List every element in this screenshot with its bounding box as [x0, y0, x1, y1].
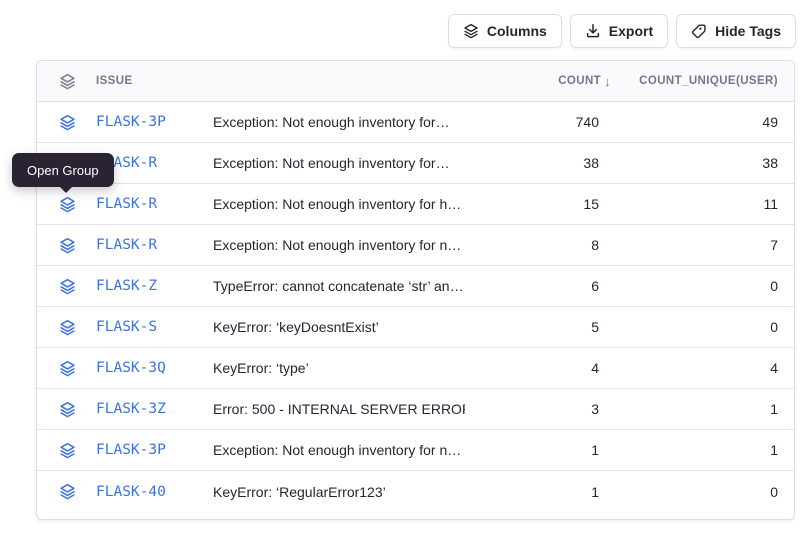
- open-group-icon[interactable]: [59, 114, 96, 131]
- issue-link[interactable]: FLASK-Z: [96, 278, 213, 294]
- export-button[interactable]: Export: [570, 14, 668, 48]
- count-unique-column-header[interactable]: COUNT_UNIQUE(USER): [615, 75, 794, 87]
- table-row: FLASK-S KeyError: ‘keyDoesntExist’ 5 0: [37, 307, 794, 348]
- download-icon: [585, 23, 601, 39]
- table-row: FLASK-3Z Error: 500 - INTERNAL SERVER ER…: [37, 389, 794, 430]
- count-value: 5: [465, 319, 615, 335]
- table-body: FLASK-3P Exception: Not enough inventory…: [37, 102, 794, 512]
- table-header: ISSUE COUNT ↓ COUNT_UNIQUE(USER): [37, 61, 794, 102]
- issues-stack-icon: [59, 73, 96, 90]
- count-unique-value: 49: [615, 114, 794, 130]
- open-group-icon[interactable]: [59, 237, 96, 254]
- issue-link[interactable]: FLASK-3Q: [96, 360, 213, 376]
- table-row: FLASK-3Q KeyError: ‘type’ 4 4: [37, 348, 794, 389]
- count-value: 3: [465, 401, 615, 417]
- sort-descending-icon: ↓: [604, 74, 611, 89]
- count-value: 8: [465, 237, 615, 253]
- count-value: 1: [465, 442, 615, 458]
- issue-description: Exception: Not enough inventory for…: [213, 155, 465, 171]
- layers-icon: [463, 23, 479, 39]
- table-row: FLASK-R Exception: Not enough inventory …: [37, 184, 794, 225]
- columns-button-label: Columns: [487, 23, 547, 39]
- toolbar: Columns Export Hide Tags: [448, 14, 796, 48]
- open-group-tooltip: Open Group: [12, 153, 114, 187]
- count-unique-value: 1: [615, 442, 794, 458]
- table-row: FLASK-3P Exception: Not enough inventory…: [37, 430, 794, 471]
- issues-table: ISSUE COUNT ↓ COUNT_UNIQUE(USER) FLASK-3…: [36, 60, 795, 520]
- hide-tags-button-label: Hide Tags: [715, 23, 781, 39]
- open-group-icon[interactable]: [59, 483, 96, 500]
- issue-link[interactable]: FLASK-R: [96, 155, 213, 171]
- issue-description: Exception: Not enough inventory for n…: [213, 237, 465, 253]
- issue-column-header[interactable]: ISSUE: [96, 75, 213, 87]
- open-group-icon[interactable]: [59, 401, 96, 418]
- issue-link[interactable]: FLASK-3Z: [96, 401, 213, 417]
- table-row: FLASK-R Exception: Not enough inventory …: [37, 143, 794, 184]
- tag-icon: [691, 23, 707, 39]
- count-unique-value: 4: [615, 360, 794, 376]
- issue-description: Error: 500 - INTERNAL SERVER ERROR: [213, 401, 465, 417]
- issue-link[interactable]: FLASK-3P: [96, 442, 213, 458]
- count-header-label: COUNT: [558, 75, 601, 87]
- table-row: FLASK-R Exception: Not enough inventory …: [37, 225, 794, 266]
- table-row: FLASK-40 KeyError: ‘RegularError123’ 1 0: [37, 471, 794, 512]
- hide-tags-button[interactable]: Hide Tags: [676, 14, 796, 48]
- count-value: 6: [465, 278, 615, 294]
- columns-button[interactable]: Columns: [448, 14, 562, 48]
- issue-description: KeyError: ‘type’: [213, 360, 465, 376]
- screen: Columns Export Hide Tags ISSUE COUNT ↓: [0, 0, 807, 538]
- issue-description: KeyError: ‘keyDoesntExist’: [213, 319, 465, 335]
- tooltip-label: Open Group: [27, 163, 99, 178]
- count-unique-value: 0: [615, 484, 794, 500]
- table-row: FLASK-Z TypeError: cannot concatenate ‘s…: [37, 266, 794, 307]
- count-unique-value: 11: [615, 196, 794, 212]
- issue-link[interactable]: FLASK-R: [96, 196, 213, 212]
- open-group-icon[interactable]: [59, 319, 96, 336]
- count-value: 15: [465, 196, 615, 212]
- issue-link[interactable]: FLASK-40: [96, 484, 213, 500]
- open-group-icon[interactable]: [59, 278, 96, 295]
- tooltip-arrow: [59, 186, 73, 193]
- issue-link[interactable]: FLASK-3P: [96, 114, 213, 130]
- issue-description: Exception: Not enough inventory for…: [213, 114, 465, 130]
- open-group-icon[interactable]: [59, 196, 96, 213]
- count-value: 4: [465, 360, 615, 376]
- count-unique-value: 0: [615, 319, 794, 335]
- issue-description: TypeError: cannot concatenate ‘str’ an…: [213, 278, 465, 294]
- issue-description: Exception: Not enough inventory for h…: [213, 196, 465, 212]
- issue-link[interactable]: FLASK-R: [96, 237, 213, 253]
- count-value: 1: [465, 484, 615, 500]
- issue-description: KeyError: ‘RegularError123’: [213, 484, 465, 500]
- export-button-label: Export: [609, 23, 653, 39]
- count-value: 740: [465, 114, 615, 130]
- count-unique-value: 7: [615, 237, 794, 253]
- table-row: FLASK-3P Exception: Not enough inventory…: [37, 102, 794, 143]
- count-column-header[interactable]: COUNT ↓: [465, 74, 615, 89]
- count-value: 38: [465, 155, 615, 171]
- issue-description: Exception: Not enough inventory for n…: [213, 442, 465, 458]
- open-group-icon[interactable]: [59, 360, 96, 377]
- count-unique-value: 1: [615, 401, 794, 417]
- count-unique-value: 38: [615, 155, 794, 171]
- open-group-icon[interactable]: [59, 442, 96, 459]
- count-unique-value: 0: [615, 278, 794, 294]
- issue-link[interactable]: FLASK-S: [96, 319, 213, 335]
